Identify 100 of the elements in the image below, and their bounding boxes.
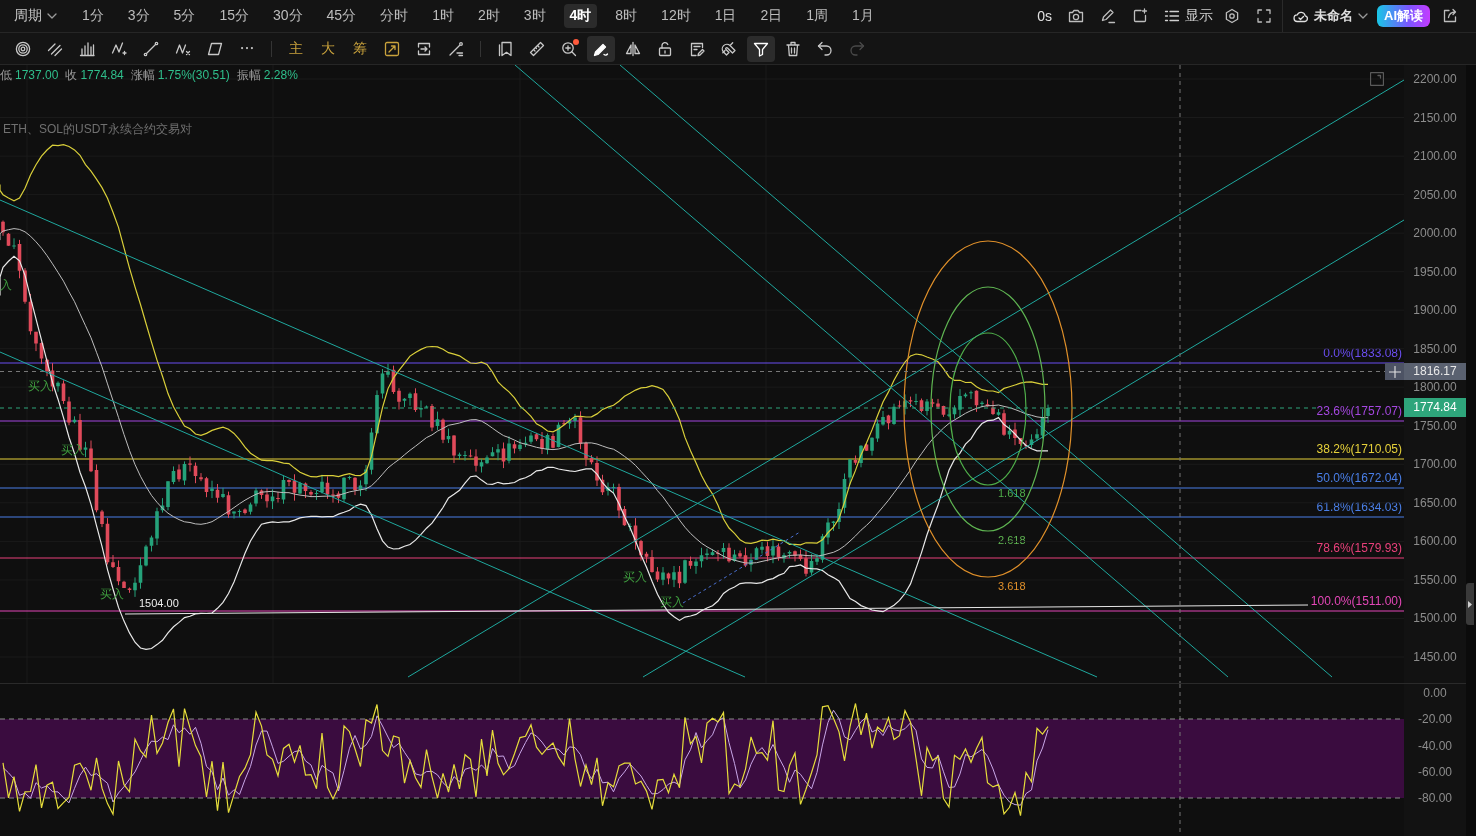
layout-dropdown[interactable]: 未命名: [1293, 7, 1368, 25]
fib-level-label: 78.6%(1579.93): [1316, 541, 1402, 555]
parallelogram-icon: [207, 40, 223, 57]
price-axis-label: 1800.00: [1413, 380, 1457, 395]
ohlc-label: 低: [0, 67, 12, 83]
ruler-icon: [529, 40, 545, 57]
period-tab[interactable]: 4时: [563, 4, 598, 28]
fib-level-label: 50.0%(1672.04): [1316, 471, 1402, 485]
pencil-icon: [1100, 8, 1116, 24]
oscillator-axis-label: -60.00: [1418, 764, 1452, 779]
tool-button[interactable]: 大: [314, 35, 342, 62]
price-axis-label: 2150.00: [1413, 110, 1457, 125]
fullscreen-icon: [1256, 8, 1272, 24]
display-menu[interactable]: 显示: [1164, 7, 1213, 25]
fib-level-label: 100.0%(1511.00): [1310, 594, 1402, 608]
price-axis-label: 1650.00: [1413, 495, 1457, 510]
camera-icon: [1068, 8, 1084, 24]
document-pencil-icon: [689, 40, 705, 57]
period-tab[interactable]: 30分: [266, 4, 309, 28]
ohlc-value: 1774.84: [80, 67, 124, 83]
price-axis-label: 1950.00: [1413, 264, 1457, 279]
slash-lines-icon: [448, 40, 464, 57]
period-tab[interactable]: 45分: [320, 4, 363, 28]
buy-signal-label: 买入: [623, 570, 647, 584]
oscillator-axis-label: 0.00: [1423, 686, 1447, 700]
concentric-circles-icon: [15, 40, 31, 57]
undo-icon: [817, 40, 833, 57]
tool-button[interactable]: [747, 35, 775, 62]
current-price-tag: 1774.84: [1404, 398, 1466, 417]
period-tab[interactable]: 2日: [754, 4, 789, 28]
redo-icon: [849, 40, 865, 57]
trash-icon: [785, 40, 801, 57]
fib-circle-label: 3.618: [998, 579, 1026, 593]
ohlc-value: 2.28%: [263, 67, 298, 83]
countdown-text: 0s: [1037, 8, 1052, 24]
caret-icon: [47, 13, 57, 19]
mirror-icon: [625, 40, 641, 57]
period-tab[interactable]: 1日: [708, 4, 743, 28]
price-axis-label: 1600.00: [1413, 534, 1457, 549]
price-axis-label: 1900.00: [1413, 303, 1457, 318]
low-price-label: 1504.00: [139, 596, 179, 610]
legend-text: ETH、SOL的USDT永续合约交易对: [3, 121, 193, 137]
tool-button[interactable]: [587, 35, 615, 62]
line-segment-icon: [143, 40, 159, 57]
ohlc-label: 收: [65, 67, 78, 83]
edit-button[interactable]: [1100, 8, 1116, 24]
crosshair-price-tag: 1816.17: [1404, 363, 1466, 380]
fib-circle-label: 2.618: [998, 533, 1026, 547]
period-tab[interactable]: 分时: [374, 4, 415, 28]
ohlc-value: 1.75%(30.51): [157, 67, 230, 83]
fullscreen-button[interactable]: [1256, 8, 1272, 24]
fib-level-label: 61.8%(1634.03): [1316, 500, 1402, 514]
ai-analysis-button[interactable]: AI解读: [1377, 5, 1430, 27]
square-plus-icon: [1132, 8, 1148, 24]
add-window-button[interactable]: [1132, 8, 1148, 24]
oscillator-axis-label: -20.00: [1418, 712, 1452, 727]
period-tab[interactable]: 3时: [517, 4, 552, 28]
period-tab[interactable]: 1月: [846, 4, 880, 28]
buy-signal-label: 买入: [28, 379, 52, 393]
period-tab[interactable]: 3分: [121, 4, 156, 28]
ohlc-label: 涨幅: [130, 67, 155, 83]
ohlc-label: 振幅: [236, 67, 261, 83]
plus-icon: [1388, 365, 1401, 378]
price-axis-label: 2000.00: [1413, 226, 1457, 241]
share-button[interactable]: [1442, 8, 1458, 24]
add-button[interactable]: [1385, 363, 1404, 380]
price-axis-label: 1450.00: [1413, 649, 1457, 664]
price-axis-label: 1750.00: [1413, 418, 1457, 433]
period-tab[interactable]: 15分: [213, 4, 255, 28]
tool-button[interactable]: 主: [282, 35, 310, 62]
price-axis-label: 2100.00: [1413, 149, 1457, 164]
period-tab[interactable]: 8时: [609, 4, 644, 28]
fib-level-label: 38.2%(1710.05): [1316, 442, 1402, 456]
settings-icon: [1224, 8, 1240, 24]
oscillator-axis-label: -80.00: [1418, 791, 1452, 806]
collapse-handle[interactable]: [1466, 583, 1474, 625]
zigzag-icon: [111, 40, 127, 57]
expand-icon[interactable]: [1370, 72, 1384, 86]
caret-icon: [1358, 13, 1368, 19]
period-tab[interactable]: 5分: [167, 4, 202, 28]
period-tab[interactable]: 1周: [800, 4, 835, 28]
list-icon: [1164, 8, 1180, 24]
period-tab[interactable]: 1时: [426, 4, 460, 28]
period-tab[interactable]: 1分: [76, 4, 110, 28]
settings-button[interactable]: [1224, 8, 1240, 24]
oscillator-axis-label: -40.00: [1418, 738, 1452, 753]
fib-level-label: 0.0%(1833.08): [1323, 346, 1402, 360]
period-dropdown[interactable]: 周期: [14, 4, 57, 28]
ohlc-value: 1737.00: [15, 67, 59, 83]
price-axis-label: 1850.00: [1413, 341, 1457, 356]
padlock-icon: [657, 40, 673, 57]
price-axis-label: 2050.00: [1413, 187, 1457, 202]
tool-button[interactable]: 筹: [346, 35, 374, 62]
bar-chart-icon: [79, 40, 95, 57]
bookmark-icon: [497, 40, 513, 57]
zoom-in-icon: [561, 40, 577, 57]
period-tab[interactable]: 12时: [655, 4, 697, 28]
screenshot-button[interactable]: [1068, 8, 1084, 24]
price-axis-label: 1500.00: [1413, 611, 1457, 626]
period-tab[interactable]: 2时: [471, 4, 506, 28]
